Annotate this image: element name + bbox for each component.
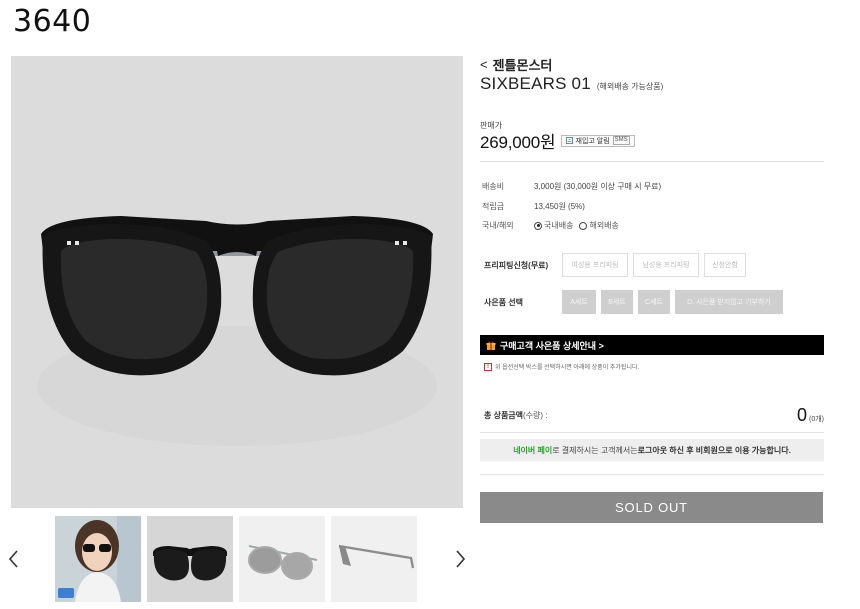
thumbnail-prev-arrow-icon[interactable] bbox=[6, 548, 22, 570]
spec-delivery-region-key: 국내/해외 bbox=[482, 221, 514, 230]
radio-domestic-label: 국내배송 bbox=[544, 221, 574, 230]
naver-pay-brand: 네이버 페이 bbox=[513, 445, 553, 455]
product-info-panel: < 젠틀몬스터 SIXBEARS 01 (해외배송 가능상품) 판매가 269,… bbox=[480, 56, 825, 523]
fitting-female-button[interactable]: 여성용 프리피팅 bbox=[562, 253, 628, 277]
product-name-note: (해외배송 가능상품) bbox=[596, 82, 664, 91]
gift-set-b-button[interactable]: B세트 bbox=[601, 290, 633, 314]
spec-shipping-value: 3,000원 (30,000원 이상 구매 시 무료) bbox=[534, 182, 662, 191]
divider bbox=[480, 432, 824, 433]
total-value: 0 (0개) bbox=[797, 405, 824, 426]
fitting-male-button[interactable]: 남성용 프리피팅 bbox=[633, 253, 699, 277]
fitting-option-row: 프리피팅신청(무료) 여성용 프리피팅 남성용 프리피팅 신청안함 bbox=[484, 253, 746, 277]
restock-sms-tag: SMS bbox=[612, 136, 630, 145]
thumbnail-next-arrow-icon[interactable] bbox=[452, 548, 468, 570]
restock-alert-label: 재입고 알림 bbox=[575, 137, 610, 145]
divider bbox=[480, 161, 824, 162]
radio-overseas-label: 해외배송 bbox=[589, 221, 619, 230]
total-label-text: 총 상품금액 bbox=[484, 410, 524, 420]
gift-option-row: 사은품 선택 A세트 B세트 C세트 D. 사은품 받지않고 기부하기 bbox=[484, 290, 783, 314]
thumbnail-front-view[interactable] bbox=[147, 516, 233, 602]
naver-pay-notice: 네이버 페이 로 결제하시는 고객께서는 로그아웃 하신 후 비회원으로 이용 가… bbox=[480, 439, 824, 461]
delivery-region-radio-group: 국내배송 해외배송 bbox=[534, 220, 619, 231]
radio-domestic-dot bbox=[534, 221, 542, 230]
restock-alert-button[interactable]: 재입고 알림 SMS bbox=[560, 134, 635, 147]
gift-option-label: 사은품 선택 bbox=[484, 297, 524, 307]
gift-info-banner-label: 구매고객 사은품 상세안내 > bbox=[500, 340, 604, 351]
spec-shipping: 배송비 3,000원 (30,000원 이상 구매 시 무료) bbox=[482, 181, 661, 192]
fitting-option-label: 프리피팅신청(무료) bbox=[484, 260, 549, 270]
fitting-option-buttons: 여성용 프리피팅 남성용 프리피팅 신청안함 bbox=[562, 253, 746, 277]
brand-link-label: 젠틀몬스터 bbox=[492, 57, 553, 73]
brand-link[interactable]: < 젠틀몬스터 bbox=[480, 56, 825, 73]
price-value: 269,000원 bbox=[480, 133, 556, 152]
radio-overseas[interactable]: 해외배송 bbox=[579, 220, 619, 231]
spec-delivery-region: 국내/해외 국내배송 해외배송 bbox=[482, 220, 619, 231]
gift-option-buttons: A세트 B세트 C세트 D. 사은품 받지않고 기부하기 bbox=[562, 290, 783, 314]
total-amount: 0 bbox=[796, 404, 807, 425]
gift-set-c-button[interactable]: C세트 bbox=[638, 290, 670, 314]
option-notice: ! 위 옵션선택 박스를 선택하시면 아래에 상품이 추가됩니다. bbox=[484, 362, 639, 371]
spec-points-value: 13,450원 (5%) bbox=[534, 202, 585, 211]
naver-pay-bold-text: 로그아웃 하신 후 비회원으로 이용 가능합니다. bbox=[637, 445, 791, 455]
bell-icon bbox=[565, 137, 573, 144]
price-row: 269,000원 재입고 알림 SMS bbox=[480, 128, 635, 153]
chevron-left-icon: < bbox=[480, 56, 488, 72]
radio-domestic[interactable]: 국내배송 bbox=[534, 220, 573, 231]
sold-out-button[interactable]: SOLD OUT bbox=[480, 492, 823, 523]
warning-icon: ! bbox=[484, 362, 492, 371]
gift-info-banner[interactable]: 구매고객 사은품 상세안내 > bbox=[480, 335, 824, 355]
page-id-label: 3640 bbox=[13, 4, 92, 39]
main-product-image bbox=[11, 56, 463, 508]
thumbnail-model-photo[interactable] bbox=[55, 516, 141, 602]
thumbnail-side-view[interactable] bbox=[331, 516, 417, 602]
thumbnail-angle-view[interactable] bbox=[239, 516, 325, 602]
spec-shipping-key: 배송비 bbox=[482, 182, 505, 191]
naver-pay-text: 로 결제하시는 고객께서는 bbox=[552, 445, 638, 455]
spec-points: 적립금 13,450원 (5%) bbox=[482, 201, 585, 212]
total-price-row: 총 상품금액(수량) : 0 (0개) bbox=[484, 404, 824, 426]
total-count: (0개) bbox=[809, 415, 824, 423]
product-title: SIXBEARS 01 (해외배송 가능상품) bbox=[480, 74, 825, 98]
option-notice-text: 위 옵션선택 박스를 선택하시면 아래에 상품이 추가됩니다. bbox=[495, 365, 640, 371]
radio-overseas-dot bbox=[579, 221, 588, 230]
product-name: SIXBEARS 01 bbox=[480, 74, 591, 93]
fitting-none-button[interactable]: 신청안함 bbox=[704, 253, 746, 277]
total-qty-label: (수량) : bbox=[523, 410, 548, 420]
gift-donate-button[interactable]: D. 사은품 받지않고 기부하기 bbox=[675, 290, 783, 314]
gift-set-a-button[interactable]: A세트 bbox=[562, 290, 596, 314]
spec-points-key: 적립금 bbox=[482, 202, 505, 211]
total-label: 총 상품금액(수량) : bbox=[484, 410, 548, 421]
divider bbox=[480, 474, 824, 475]
gift-icon bbox=[486, 341, 496, 350]
thumbnail-strip bbox=[55, 516, 417, 602]
